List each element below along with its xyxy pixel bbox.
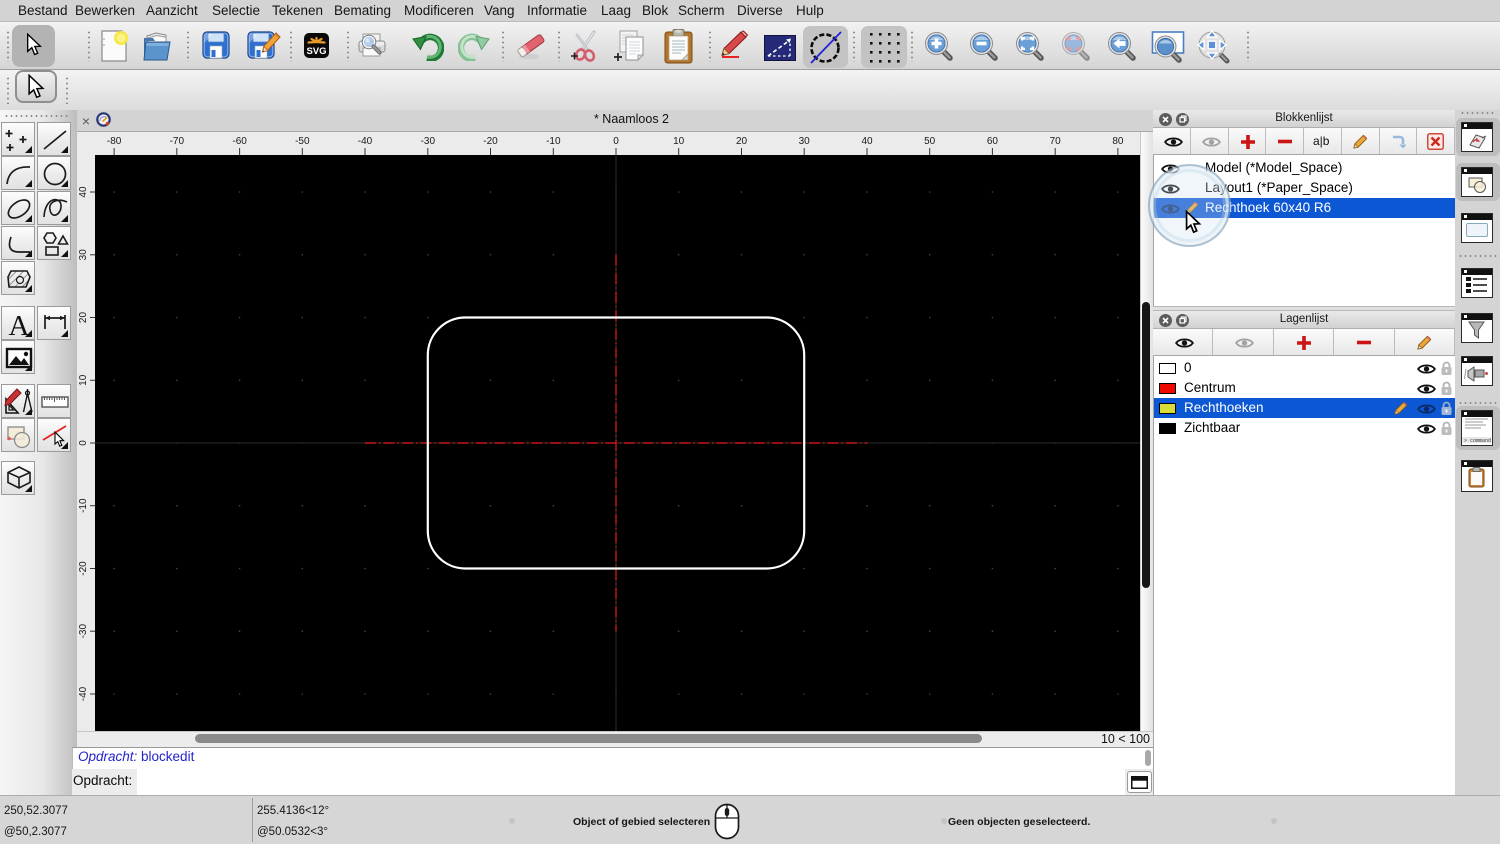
svg-text:10: 10 xyxy=(673,136,685,147)
svg-text:-20: -20 xyxy=(78,561,89,576)
svg-text:-60: -60 xyxy=(232,136,247,147)
svg-text:-30: -30 xyxy=(78,624,89,639)
svg-text:30: 30 xyxy=(78,249,89,261)
svg-text:30: 30 xyxy=(799,136,811,147)
svg-text:80: 80 xyxy=(1112,136,1124,147)
svg-text:40: 40 xyxy=(78,186,89,198)
svg-text:-40: -40 xyxy=(358,136,373,147)
svg-text:50: 50 xyxy=(924,136,936,147)
svg-text:20: 20 xyxy=(736,136,748,147)
svg-text:-10: -10 xyxy=(78,498,89,513)
svg-text:-50: -50 xyxy=(295,136,310,147)
svg-text:10: 10 xyxy=(78,374,89,386)
svg-text:60: 60 xyxy=(987,136,999,147)
svg-text:-10: -10 xyxy=(546,136,561,147)
svg-text:-20: -20 xyxy=(483,136,498,147)
svg-text:> command: > command xyxy=(1464,438,1491,444)
svg-text:-70: -70 xyxy=(170,136,185,147)
svg-text:0: 0 xyxy=(613,136,619,147)
svg-text:-30: -30 xyxy=(421,136,436,147)
svg-text:70: 70 xyxy=(1050,136,1062,147)
svg-text:-80: -80 xyxy=(107,136,122,147)
svg-text:-40: -40 xyxy=(78,686,89,701)
svg-text:40: 40 xyxy=(861,136,873,147)
svg-text:SVG: SVG xyxy=(306,46,326,57)
svg-text:20: 20 xyxy=(78,312,89,324)
svg-text:0: 0 xyxy=(78,440,89,446)
